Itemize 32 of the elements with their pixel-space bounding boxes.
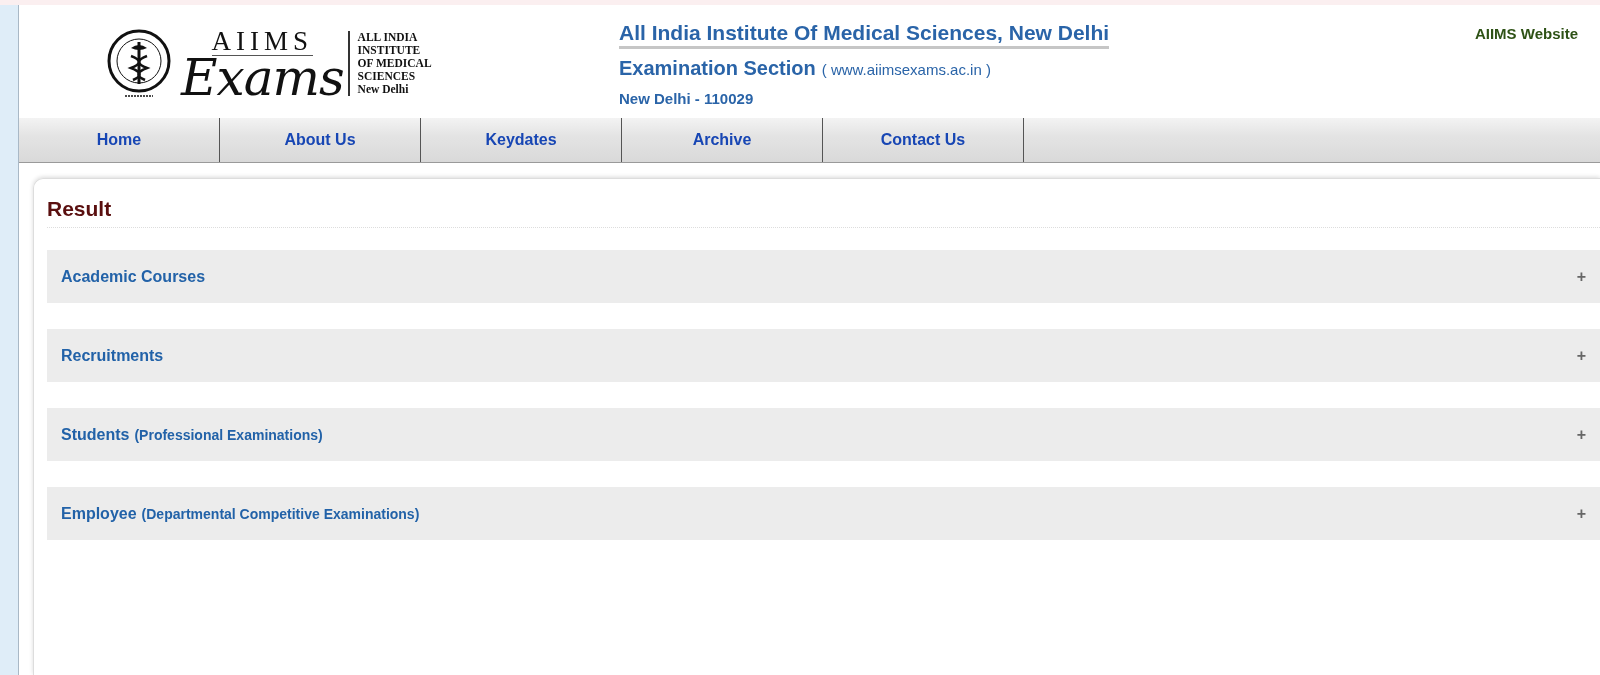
nav-link[interactable]: Archive	[622, 118, 823, 162]
expand-toggle: +	[1576, 425, 1586, 444]
section-title: Employee	[61, 504, 137, 523]
accordion-header[interactable]: Academic Courses +	[47, 250, 1600, 303]
logo-script: Exams	[181, 56, 344, 100]
logo-line: OF MEDICAL	[357, 57, 432, 70]
accordion-header[interactable]: Students (Professional Examinations) +	[47, 408, 1600, 461]
logo-line: New Delhi	[357, 83, 410, 96]
expand-toggle: +	[1576, 267, 1586, 286]
logo-wordmark: AIIMS	[211, 27, 314, 56]
section-name: Examination Section	[619, 57, 816, 80]
logo-line: ALL INDIA	[357, 31, 419, 44]
accordion-header[interactable]: Recruitments +	[47, 329, 1600, 382]
section-title: Students	[61, 425, 130, 444]
section-note: (Departmental Competitive Examinations)	[140, 504, 420, 523]
website-address: ( www.aiimsexams.ac.in )	[821, 61, 991, 78]
website-link[interactable]: AIIMS Website	[1474, 25, 1578, 42]
expand-toggle: +	[1576, 504, 1586, 523]
section-title: Recruitments	[61, 346, 164, 365]
nav-link[interactable]: Home	[19, 118, 220, 162]
nav-link[interactable]: Keydates	[421, 118, 622, 162]
nav-link[interactable]: About Us	[220, 118, 421, 162]
section-note: (Professional Examinations)	[133, 425, 323, 444]
page-title: Result	[47, 197, 1600, 228]
nav-link[interactable]: Contact Us	[823, 118, 1024, 162]
site-title: All India Institute Of Medical Sciences, New Delhi	[619, 21, 1110, 49]
address: New Delhi - 110029	[619, 90, 755, 107]
expand-toggle: +	[1576, 346, 1586, 365]
logo-line: SCIENCES	[357, 70, 417, 83]
logo-line: INSTITUTE	[357, 44, 422, 57]
accordion-header[interactable]: Employee (Departmental Competitive Examinations) +	[47, 487, 1600, 540]
section-title: Academic Courses	[61, 267, 206, 286]
